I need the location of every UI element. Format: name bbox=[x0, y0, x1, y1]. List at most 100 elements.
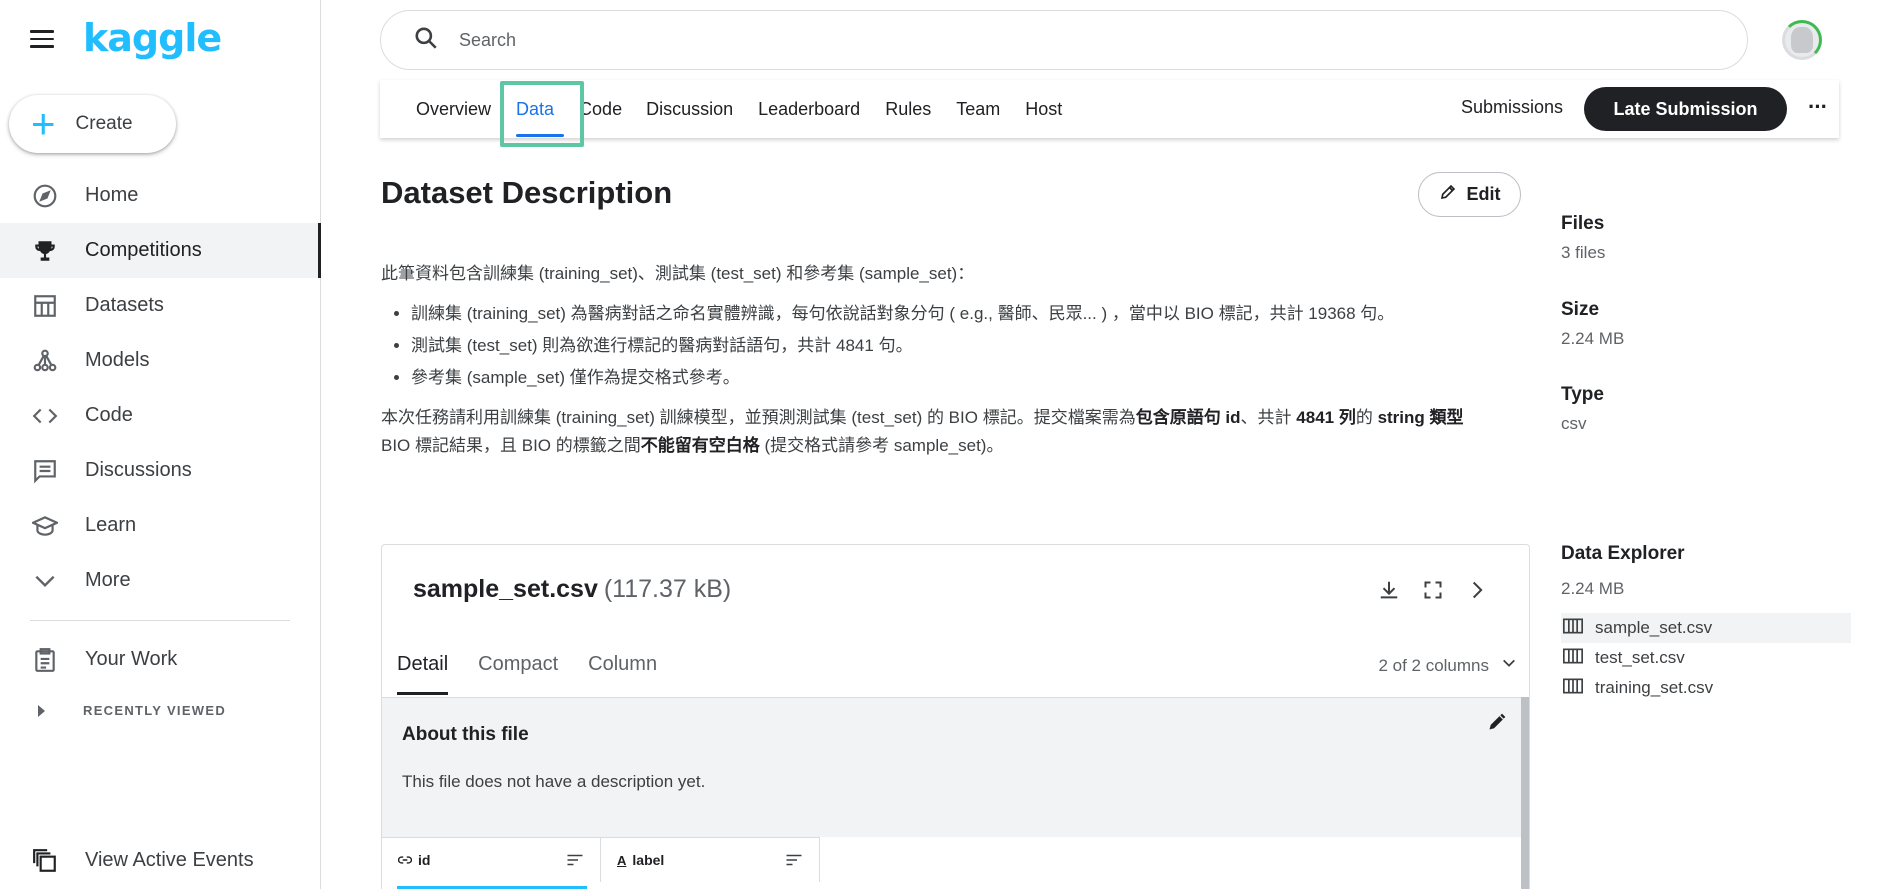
sidebar-item-label: Home bbox=[85, 184, 139, 206]
sidebar-nav: Home Competitions Datasets Models Code D… bbox=[0, 168, 321, 608]
description-list: 訓練集 (training_set) 為醫病對話之命名實體辨識，每句依說話對象分… bbox=[411, 298, 1516, 394]
explorer-file-name: test_set.csv bbox=[1595, 648, 1685, 667]
table-icon bbox=[30, 291, 60, 321]
tab-leaderboard[interactable]: Leaderboard bbox=[758, 80, 860, 138]
csv-table-icon bbox=[1563, 648, 1583, 669]
type-value: csv bbox=[1561, 414, 1587, 433]
search-bar bbox=[380, 10, 1748, 70]
explorer-file-sample-set[interactable]: sample_set.csv bbox=[1561, 613, 1851, 643]
sidebar-item-discussions[interactable]: Discussions bbox=[0, 443, 321, 498]
sidebar-item-label: Competitions bbox=[85, 239, 202, 261]
files-value: 3 files bbox=[1561, 243, 1606, 262]
sidebar-item-label: Learn bbox=[85, 514, 137, 536]
sidebar-item-your-work[interactable]: Your Work bbox=[0, 632, 321, 687]
pencil-icon[interactable] bbox=[1487, 712, 1507, 737]
view-active-events-button[interactable]: View Active Events bbox=[0, 833, 321, 888]
sidebar-item-home[interactable]: Home bbox=[0, 168, 321, 223]
explorer-file-name: sample_set.csv bbox=[1595, 618, 1713, 637]
download-icon[interactable] bbox=[1377, 578, 1401, 602]
task-bold: string 類型 bbox=[1377, 408, 1464, 427]
explorer-file-name: training_set.csv bbox=[1595, 678, 1714, 697]
panel-scrollbar[interactable] bbox=[1521, 697, 1529, 889]
fullscreen-icon[interactable] bbox=[1421, 578, 1445, 602]
task-bold: 包含原語句 id bbox=[1135, 408, 1241, 427]
list-item: 參考集 (sample_set) 僅作為提交格式參考。 bbox=[411, 362, 1516, 394]
tab-detail[interactable]: Detail bbox=[397, 653, 449, 695]
tab-rules[interactable]: Rules bbox=[885, 80, 931, 138]
recently-viewed-toggle[interactable]: RECENTLY VIEWED bbox=[38, 703, 226, 718]
sidebar-item-models[interactable]: Models bbox=[0, 333, 321, 388]
tab-code[interactable]: Code bbox=[579, 80, 622, 138]
file-size: (117.37 kB) bbox=[603, 575, 732, 603]
chevron-right-icon[interactable] bbox=[1465, 578, 1489, 602]
sidebar-item-competitions[interactable]: Competitions bbox=[0, 223, 321, 278]
sidebar-item-label: Models bbox=[85, 349, 150, 371]
data-explorer: Data Explorer 2.24 MB sample_set.csv tes… bbox=[1561, 543, 1851, 703]
sidebar: kaggle + Create Home Competitions Datase… bbox=[0, 0, 321, 889]
avatar[interactable] bbox=[1782, 20, 1822, 60]
csv-table-icon bbox=[1563, 618, 1583, 639]
csv-table-icon bbox=[1563, 678, 1583, 699]
tab-discussion[interactable]: Discussion bbox=[646, 80, 733, 138]
explorer-file-training-set[interactable]: training_set.csv bbox=[1561, 673, 1851, 703]
more-options-icon[interactable]: ··· bbox=[1808, 94, 1828, 120]
sidebar-item-code[interactable]: Code bbox=[0, 388, 321, 443]
about-text: This file does not have a description ye… bbox=[402, 772, 706, 791]
triangle-right-icon bbox=[38, 704, 45, 717]
sidebar-item-learn[interactable]: Learn bbox=[0, 498, 321, 553]
file-actions bbox=[1377, 578, 1489, 602]
search-icon bbox=[413, 25, 439, 56]
tab-active-indicator bbox=[516, 134, 564, 137]
sort-icon[interactable] bbox=[785, 853, 803, 870]
submissions-link[interactable]: Submissions bbox=[1461, 97, 1563, 118]
models-icon bbox=[30, 346, 60, 376]
search-input[interactable] bbox=[459, 29, 1659, 51]
file-name: sample_set.csv bbox=[413, 575, 598, 603]
string-type-icon: A bbox=[617, 852, 627, 868]
chevron-down-icon bbox=[30, 566, 60, 596]
task-bold: 4841 列 bbox=[1296, 408, 1356, 427]
type-label: Type bbox=[1561, 384, 1604, 405]
sidebar-divider bbox=[30, 620, 290, 621]
column-name: id bbox=[418, 852, 431, 868]
chevron-down-icon bbox=[1501, 655, 1517, 676]
kaggle-logo[interactable]: kaggle bbox=[83, 16, 222, 60]
sidebar-item-label: More bbox=[85, 569, 131, 591]
create-button[interactable]: + Create bbox=[9, 95, 176, 153]
sidebar-item-more[interactable]: More bbox=[0, 553, 321, 608]
tab-column[interactable]: Column bbox=[588, 653, 657, 695]
column-header-label[interactable]: A label bbox=[601, 838, 820, 882]
link-icon bbox=[397, 852, 413, 868]
explorer-file-test-set[interactable]: test_set.csv bbox=[1561, 643, 1851, 673]
pencil-icon bbox=[1439, 183, 1457, 206]
sidebar-item-label: Discussions bbox=[85, 459, 192, 481]
sidebar-your-work: Your Work bbox=[0, 632, 321, 687]
columns-selector[interactable]: 2 of 2 columns bbox=[1378, 655, 1517, 676]
discussion-icon bbox=[30, 456, 60, 486]
list-item: 測試集 (test_set) 則為欲進行標記的醫病對話語句，共計 4841 句。 bbox=[411, 330, 1516, 362]
column-header-id[interactable]: id bbox=[382, 838, 601, 882]
compass-icon bbox=[30, 181, 60, 211]
learn-icon bbox=[30, 511, 60, 541]
sidebar-item-label: Code bbox=[85, 404, 133, 426]
trophy-icon bbox=[30, 236, 60, 266]
task-bold: 不能留有空白格 bbox=[640, 436, 760, 455]
tab-overview[interactable]: Overview bbox=[416, 80, 491, 138]
about-file-section: About this file This file does not have … bbox=[382, 697, 1529, 837]
columns-count: 2 of 2 columns bbox=[1378, 655, 1489, 675]
late-submission-button[interactable]: Late Submission bbox=[1584, 87, 1787, 131]
tab-team[interactable]: Team bbox=[956, 80, 1000, 138]
edit-button[interactable]: Edit bbox=[1418, 172, 1521, 217]
data-grid-header: id A label bbox=[382, 837, 820, 882]
file-view-tabs: Detail Compact Column bbox=[397, 653, 687, 695]
tab-host[interactable]: Host bbox=[1025, 80, 1062, 138]
hamburger-menu-icon[interactable] bbox=[30, 30, 54, 50]
sidebar-item-datasets[interactable]: Datasets bbox=[0, 278, 321, 333]
file-preview-panel: sample_set.csv (117.37 kB) Detail Compact… bbox=[381, 544, 1530, 889]
meta-size: Size 2.24 MB bbox=[1561, 299, 1861, 349]
events-icon bbox=[30, 846, 60, 876]
edit-label: Edit bbox=[1466, 184, 1501, 204]
tab-compact[interactable]: Compact bbox=[478, 653, 558, 695]
size-label: Size bbox=[1561, 299, 1600, 320]
sort-icon[interactable] bbox=[566, 853, 584, 870]
